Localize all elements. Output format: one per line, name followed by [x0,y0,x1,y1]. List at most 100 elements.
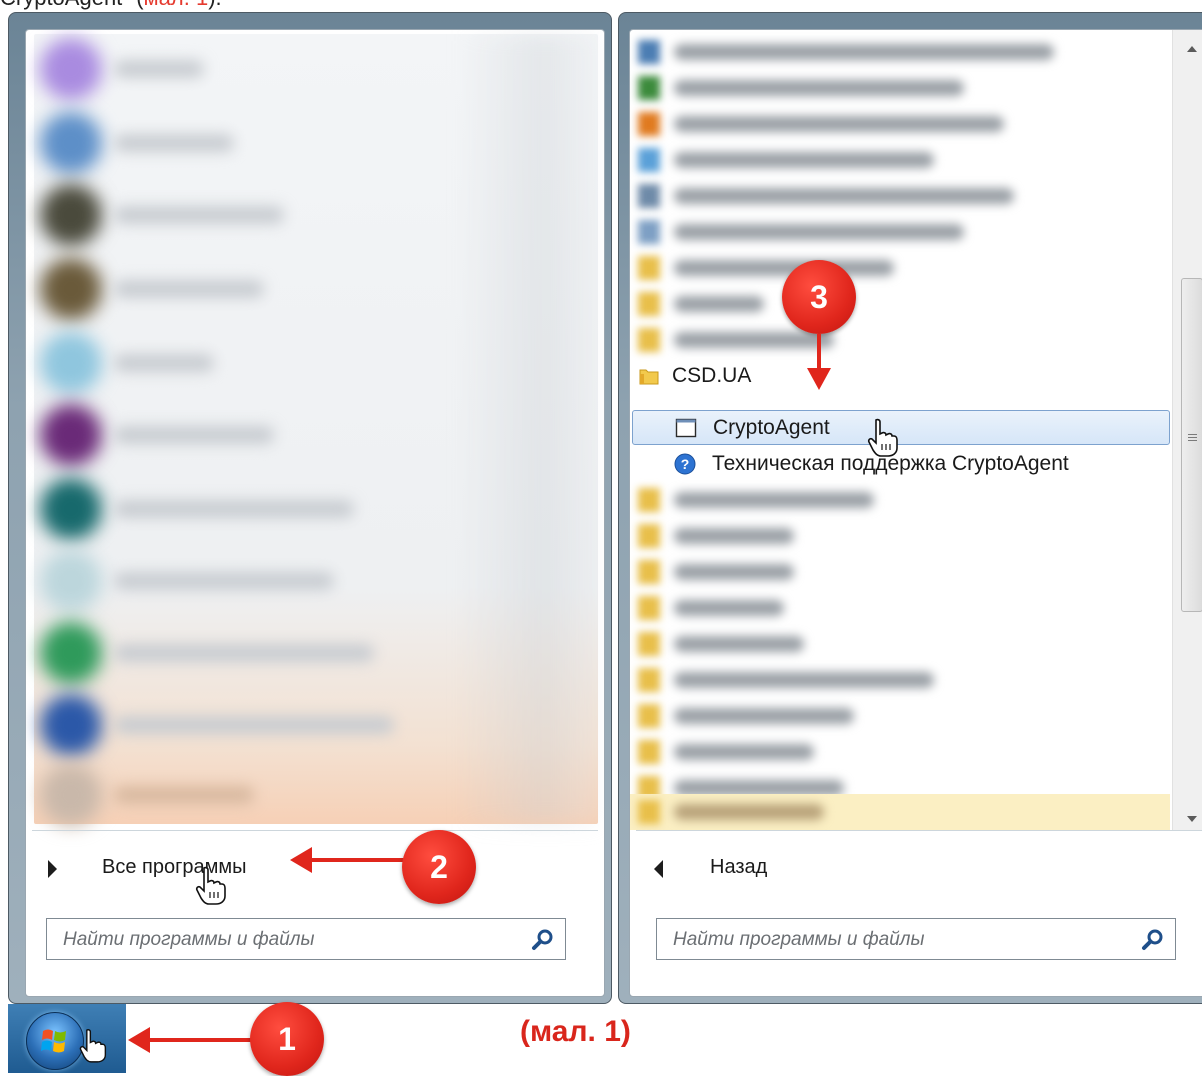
program-icon [638,76,660,100]
all-programs-panel: CSD.UA CryptoAgent ? Техническая поддерж… [629,29,1202,997]
folder-item[interactable] [630,590,1170,626]
folder-item[interactable] [630,698,1170,734]
program-label-blurred [674,80,964,96]
program-label-blurred [674,116,1004,132]
vertical-scrollbar[interactable] [1172,30,1202,830]
back-button[interactable]: Назад [630,838,1202,904]
cropped-header-caption: CryptoAgent" (мал. 1). [0,0,222,10]
folder-icon [638,800,660,824]
all-programs-button[interactable]: Все программы [26,838,604,904]
folder-item-csd-ua[interactable]: CSD.UA [630,358,1170,394]
folder-item[interactable] [630,286,1170,322]
windows-orb-icon [26,1012,84,1070]
folder-icon [638,704,660,728]
list-item[interactable] [630,178,1170,214]
grip-line [1188,440,1197,441]
callout-2-arrowhead [290,847,312,873]
program-label-blurred [114,786,254,804]
program-label: CryptoAgent [713,416,830,439]
program-icon [40,550,102,612]
program-label-blurred [674,672,934,688]
program-label-blurred [114,500,354,518]
program-label-blurred [114,206,284,224]
folder-item[interactable] [630,662,1170,698]
program-label-blurred [674,528,794,544]
program-label-blurred [674,224,964,240]
start-button[interactable] [8,1004,126,1073]
callout-1-arrowhead [128,1027,150,1053]
start-menu-all-programs: CSD.UA CryptoAgent ? Техническая поддерж… [618,12,1202,1004]
program-label-blurred [674,152,934,168]
callout-badge-1: 1 [250,1002,324,1076]
callout-2-line [310,858,406,862]
program-icon [40,332,102,394]
search-input[interactable]: Найти программы и файлы [656,918,1176,960]
divider [32,830,598,831]
program-item-cryptoagent-support[interactable]: ? Техническая поддержка CryptoAgent [630,446,1170,482]
folder-icon [638,256,660,280]
folder-item[interactable] [630,734,1170,770]
callout-3-arrowhead [807,368,831,390]
program-icon [638,184,660,208]
scroll-thumb[interactable] [1181,278,1202,612]
callout-3-line [817,334,821,368]
folder-icon [638,292,660,316]
folder-item[interactable] [630,250,1170,286]
folder-item-highlighted[interactable] [630,794,1170,830]
folder-label: CSD.UA [672,364,752,387]
program-icon [40,258,102,320]
folder-item[interactable] [630,322,1170,358]
program-label-blurred [674,332,834,348]
program-icon [40,764,102,826]
hand-cursor-icon [194,866,228,906]
program-label-blurred [674,804,824,820]
folder-icon [638,524,660,548]
scroll-up-icon[interactable] [1187,46,1197,52]
list-item[interactable] [630,142,1170,178]
folder-icon [638,560,660,584]
callout-badge-3: 3 [782,260,856,334]
program-label-blurred [674,636,804,652]
blur-shade [458,34,598,824]
list-item[interactable] [630,70,1170,106]
folder-item[interactable] [630,518,1170,554]
program-icon [40,404,102,466]
program-label-blurred [114,60,204,78]
scroll-down-icon[interactable] [1187,816,1197,822]
program-icon [40,622,102,684]
folder-item[interactable] [630,626,1170,662]
search-input[interactable]: Найти программы и файлы [46,918,566,960]
program-label-blurred [114,644,374,662]
list-item[interactable] [630,214,1170,250]
triangle-right-icon [48,860,57,878]
window-icon [675,418,697,438]
help-icon: ? [674,453,696,475]
program-icon [40,38,102,100]
callout-1-line [148,1038,254,1042]
folder-icon [638,488,660,512]
search-icon[interactable] [531,928,555,952]
program-icon [40,478,102,540]
folder-item[interactable] [630,482,1170,518]
program-label-blurred [674,188,1014,204]
program-label-blurred [114,426,274,444]
program-label-blurred [114,572,334,590]
hand-cursor-icon [78,1028,112,1068]
program-label-blurred [114,134,234,152]
search-placeholder: Найти программы и файлы [63,929,315,950]
program-label-blurred [114,716,394,734]
program-icon [40,184,102,246]
program-icon [638,220,660,244]
program-label-blurred [674,260,894,276]
program-icon [40,112,102,174]
folder-item[interactable] [630,554,1170,590]
search-icon[interactable] [1141,928,1165,952]
folder-icon [638,668,660,692]
callout-badge-2: 2 [402,830,476,904]
list-item[interactable] [630,106,1170,142]
folder-icon [638,632,660,656]
list-item[interactable] [630,34,1170,70]
program-label-blurred [674,744,814,760]
program-icon [638,112,660,136]
program-item-cryptoagent[interactable]: CryptoAgent [632,410,1170,445]
